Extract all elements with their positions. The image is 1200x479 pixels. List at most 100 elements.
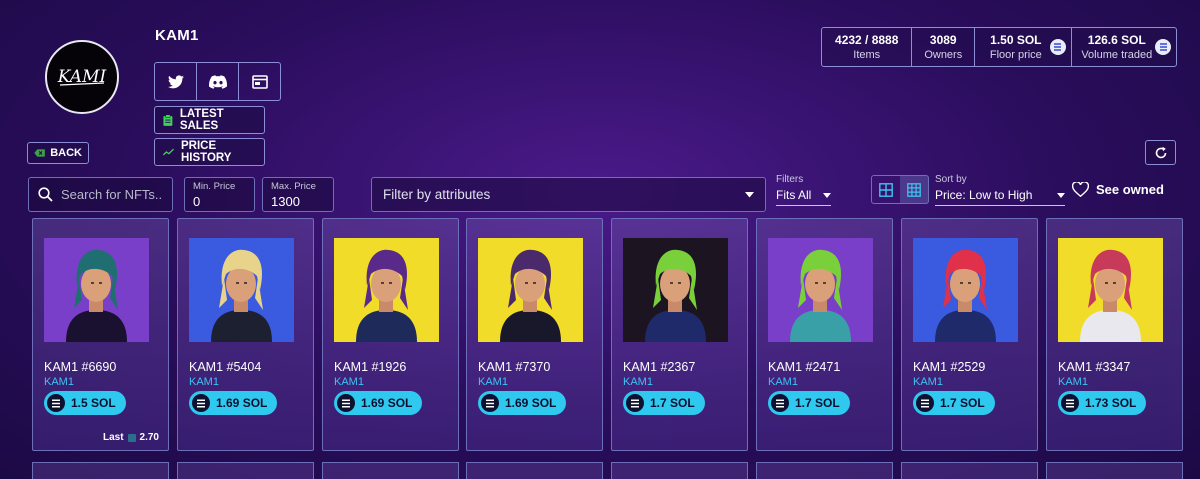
- stat-items-label: Items: [853, 48, 881, 61]
- nft-card[interactable]: KAM1 #2471 KAM1 1.7 SOL: [756, 218, 893, 451]
- nft-price: 1.5 SOL: [71, 396, 116, 410]
- nft-card[interactable]: [756, 462, 893, 479]
- stat-volume: 126.6 SOL Volume traded: [1072, 28, 1176, 66]
- attribute-filter-select[interactable]: Filter by attributes: [371, 177, 766, 212]
- min-price-value: 0: [193, 194, 201, 209]
- clipboard-icon: [163, 113, 173, 126]
- chevron-down-icon: [1057, 192, 1065, 198]
- nft-name: KAM1 #6690: [44, 360, 117, 374]
- website-link[interactable]: [239, 63, 280, 100]
- max-price-field[interactable]: Max. Price 1300: [262, 177, 334, 212]
- price-history-button[interactable]: PRICE HISTORY: [154, 138, 265, 166]
- nft-card[interactable]: [1046, 462, 1183, 479]
- stat-floor-price: 1.50 SOL Floor price: [975, 28, 1072, 66]
- nft-card[interactable]: [611, 462, 748, 479]
- nft-price-badge[interactable]: 1.69 SOL: [189, 391, 278, 415]
- nft-collection-link[interactable]: KAM1: [913, 376, 943, 388]
- stat-floor-label: Floor price: [989, 48, 1042, 61]
- solana-icon: [1155, 39, 1172, 55]
- discord-link[interactable]: [197, 63, 239, 100]
- search-input[interactable]: [61, 187, 166, 202]
- filters-select[interactable]: Filters Fits All: [776, 174, 831, 206]
- nft-price-badge[interactable]: 1.7 SOL: [623, 391, 705, 415]
- grid-large-icon: [879, 182, 893, 197]
- min-price-label: Min. Price: [193, 181, 236, 192]
- nft-image: [768, 238, 873, 342]
- last-sale-value: 2.70: [139, 432, 159, 443]
- nft-card[interactable]: KAM1 #7370 KAM1 1.69 SOL: [466, 218, 603, 451]
- nft-price: 1.7 SOL: [650, 396, 695, 410]
- nft-name: KAM1 #2529: [913, 360, 986, 374]
- nft-name: KAM1 #2471: [768, 360, 841, 374]
- back-button[interactable]: BACK: [27, 142, 89, 164]
- nft-price: 1.7 SOL: [795, 396, 840, 410]
- sort-value: Price: Low to High: [935, 188, 1033, 202]
- nft-price-badge[interactable]: 1.7 SOL: [768, 391, 850, 415]
- nft-card[interactable]: [322, 462, 459, 479]
- nft-card[interactable]: KAM1 #1926 KAM1 1.69 SOL: [322, 218, 459, 451]
- nft-card[interactable]: KAM1 #5404 KAM1 1.69 SOL: [177, 218, 314, 451]
- see-owned-button[interactable]: See owned: [1072, 182, 1164, 197]
- stat-owners-value: 3089: [929, 32, 957, 47]
- nft-price-badge[interactable]: 1.73 SOL: [1058, 391, 1147, 415]
- sort-label: Sort by: [935, 174, 967, 185]
- nft-card[interactable]: KAM1 #2529 KAM1 1.7 SOL: [901, 218, 1038, 451]
- twitter-icon: [167, 74, 184, 88]
- solana-icon: [1049, 39, 1066, 55]
- stat-volume-label: Volume traded: [1081, 48, 1153, 61]
- solana-icon: [771, 394, 789, 412]
- stat-owners-label: Owners: [924, 48, 963, 61]
- stat-items: 4232 / 8888 Items: [822, 28, 913, 66]
- nft-card[interactable]: [901, 462, 1038, 479]
- discord-icon: [208, 74, 227, 89]
- solana-icon: [481, 394, 499, 412]
- last-sale-label: Last: [102, 432, 124, 443]
- nft-price-badge[interactable]: 1.5 SOL: [44, 391, 126, 415]
- solana-icon: [127, 433, 136, 442]
- collection-logo: KAMI: [45, 40, 119, 114]
- nft-collection-link[interactable]: KAM1: [334, 376, 364, 388]
- solana-icon: [47, 394, 65, 412]
- latest-sales-button[interactable]: LATEST SALES: [154, 106, 265, 134]
- nft-name: KAM1 #5404: [189, 360, 262, 374]
- nft-price: 1.73 SOL: [1085, 396, 1137, 410]
- solana-icon: [337, 394, 355, 412]
- solana-icon: [1061, 394, 1079, 412]
- grid-view-toggle: [871, 175, 929, 204]
- nft-collection-link[interactable]: KAM1: [478, 376, 508, 388]
- chevron-down-icon: [745, 191, 754, 197]
- nft-card[interactable]: [466, 462, 603, 479]
- nft-card[interactable]: [177, 462, 314, 479]
- sort-select[interactable]: Sort by Price: Low to High: [935, 174, 1065, 206]
- chevron-down-icon: [823, 192, 831, 198]
- nft-card[interactable]: KAM1 #3347 KAM1 1.73 SOL: [1046, 218, 1183, 451]
- heart-icon: [1072, 182, 1089, 197]
- solana-icon: [626, 394, 644, 412]
- nft-image: [623, 238, 728, 342]
- stat-volume-value: 126.6 SOL: [1087, 32, 1146, 47]
- grid-small-icon: [907, 182, 921, 197]
- small-grid-button[interactable]: [900, 176, 928, 203]
- min-price-field[interactable]: Min. Price 0: [184, 177, 255, 212]
- nft-price-badge[interactable]: 1.69 SOL: [334, 391, 423, 415]
- stat-items-value: 4232 / 8888: [835, 32, 899, 47]
- nft-collection-link[interactable]: KAM1: [189, 376, 219, 388]
- nft-collection-link[interactable]: KAM1: [1058, 376, 1088, 388]
- nft-collection-link[interactable]: KAM1: [44, 376, 74, 388]
- nft-name: KAM1 #1926: [334, 360, 407, 374]
- nft-card[interactable]: [32, 462, 169, 479]
- twitter-link[interactable]: [155, 63, 197, 100]
- nft-card[interactable]: KAM1 #2367 KAM1 1.7 SOL: [611, 218, 748, 451]
- nft-collection-link[interactable]: KAM1: [623, 376, 653, 388]
- refresh-button[interactable]: [1145, 140, 1176, 165]
- last-sale: Last 2.70: [103, 432, 159, 443]
- solana-icon: [192, 394, 210, 412]
- nft-collection-link[interactable]: KAM1: [768, 376, 798, 388]
- nft-card[interactable]: KAM1 #6690 KAM1 1.5 SOL Last 2.70: [32, 218, 169, 451]
- nft-image: [189, 238, 294, 342]
- nft-name: KAM1 #7370: [478, 360, 551, 374]
- nft-image: [1058, 238, 1163, 342]
- large-grid-button[interactable]: [872, 176, 900, 203]
- nft-price-badge[interactable]: 1.7 SOL: [913, 391, 995, 415]
- nft-price-badge[interactable]: 1.69 SOL: [478, 391, 567, 415]
